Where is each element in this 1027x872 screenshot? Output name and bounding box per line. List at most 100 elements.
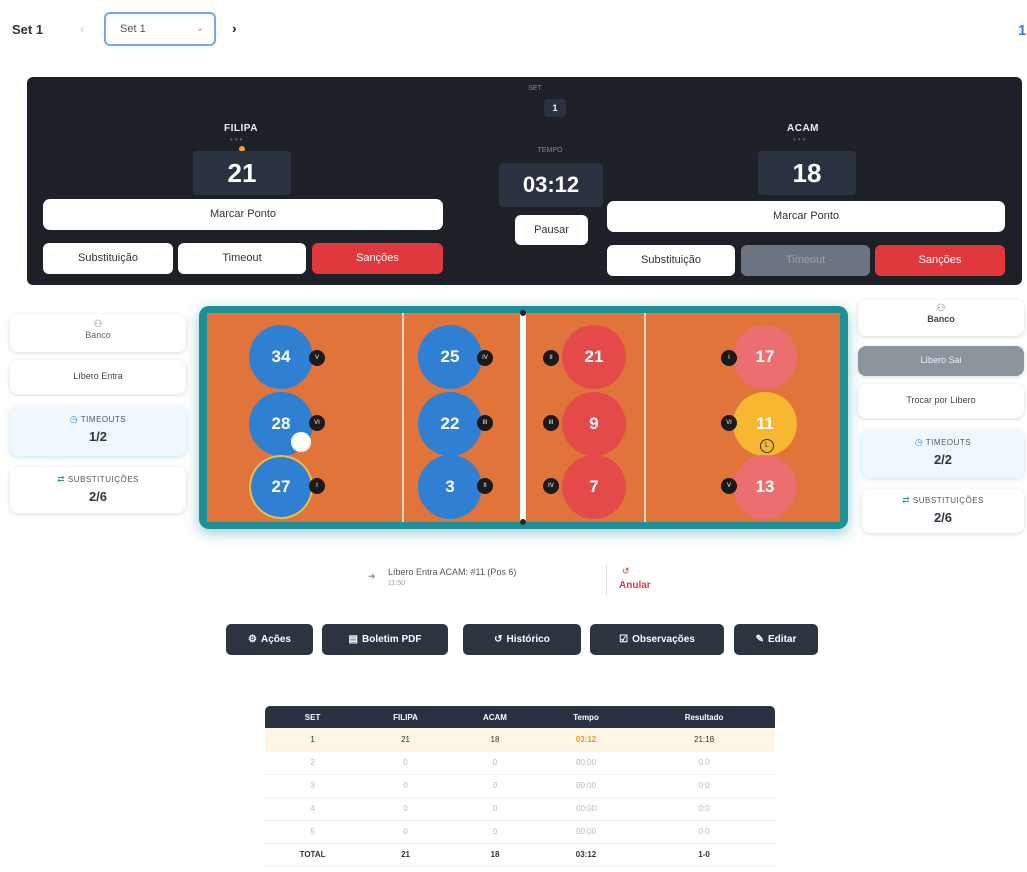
position-badge: I <box>721 350 737 366</box>
column-header: FILIPA <box>360 706 451 728</box>
away-substitution-button[interactable]: Substituição <box>607 245 735 276</box>
home-substitutions-card: ⇄ SUBSTITUIÇÕES 2/6 <box>10 467 186 513</box>
set-number-badge: 1 <box>544 99 566 117</box>
player-number: 21 <box>584 347 604 366</box>
home-player[interactable]: 22 <box>418 392 482 456</box>
home-player[interactable]: 25 <box>418 325 482 389</box>
history-label: Histórico <box>506 634 550 645</box>
table-cell: 00:00 <box>538 751 634 775</box>
home-timeout-button[interactable]: Timeout <box>178 243 306 274</box>
table-cell: 3 <box>265 774 361 798</box>
actions-button[interactable]: ⚙ Ações <box>226 624 313 655</box>
table-cell: 0 <box>360 820 451 844</box>
table-cell: 0:0 <box>633 820 775 844</box>
table-cell: 0:0 <box>633 797 775 821</box>
away-substitutions-card: ⇄ SUBSTITUIÇÕES 2/6 <box>862 489 1024 533</box>
player-number: 28 <box>271 414 291 433</box>
last-action-time: 11:50 <box>388 580 405 587</box>
swap-libero-label: Trocar por Líbero <box>906 395 976 405</box>
home-timeouts-value: 1/2 <box>88 429 108 444</box>
last-action-bar: ➜ Líbero Entra ACAM: #11 (Pos 6) 11:50 ↺… <box>360 563 670 599</box>
pdf-report-label: Boletim PDF <box>362 634 422 645</box>
edit-button[interactable]: ✎ Editar <box>734 624 818 655</box>
home-sanctions-button[interactable]: Sanções <box>312 243 443 274</box>
away-player[interactable]: 9 <box>562 392 626 456</box>
table-row: 3 0 0 00:00 0:0 <box>265 774 775 798</box>
pause-button[interactable]: Pausar <box>515 215 588 245</box>
undo-icon[interactable]: ↺ <box>622 566 630 577</box>
table-cell: 0 <box>450 820 539 844</box>
set-navigation: Set 1 ‹ Set 1 ⌄ › 1 <box>0 0 1027 60</box>
libero-out-label: Líbero Sai <box>920 355 962 365</box>
chevron-right-icon[interactable]: › <box>232 20 237 36</box>
table-cell: 0 <box>360 751 451 775</box>
match-timer: 03:12 <box>499 163 603 207</box>
away-sanctions-button[interactable]: Sanções <box>875 245 1005 276</box>
history-button[interactable]: ↺ Histórico <box>463 624 581 655</box>
away-bench-button[interactable]: ⚇ Banco <box>858 300 1024 336</box>
position-badge: V <box>309 350 325 366</box>
home-libero-enter-button[interactable]: Líbero Entra <box>10 360 186 394</box>
pdf-report-button[interactable]: ▤ Boletim PDF <box>322 624 448 655</box>
home-player[interactable]: 34 <box>249 325 313 389</box>
home-score: 21 <box>193 151 291 195</box>
corner-number[interactable]: 1 <box>1018 22 1026 39</box>
table-cell: 00:00 <box>538 797 634 821</box>
actions-label: Ações <box>260 634 291 645</box>
away-bench-label: Banco <box>927 314 955 324</box>
last-action-text: Líbero Entra ACAM: #11 (Pos 6) <box>388 567 517 577</box>
player-number: 7 <box>589 477 599 496</box>
table-cell: 03:12 <box>538 728 634 752</box>
table-cell: 0 <box>450 774 539 798</box>
bench-icon: ⚇ <box>93 319 103 330</box>
away-player[interactable]: 17 <box>733 325 797 389</box>
bench-icon: ⚇ <box>936 303 946 314</box>
away-timeout-button[interactable]: Timeout <box>741 245 870 276</box>
home-mark-point-button[interactable]: Marcar Ponto <box>43 199 443 230</box>
player-number: 25 <box>440 347 460 366</box>
table-cell: 18 <box>450 842 539 867</box>
column-header: Tempo <box>538 706 634 728</box>
position-badge: VI <box>309 415 325 431</box>
player-number: 27 <box>271 477 291 496</box>
home-player[interactable]: 27 <box>249 455 313 519</box>
away-player[interactable]: 13 <box>733 455 797 519</box>
player-number: 3 <box>445 477 455 496</box>
away-mark-point-button[interactable]: Marcar Ponto <box>607 201 1005 232</box>
serve-ball-icon <box>291 432 311 452</box>
notes-icon: ☑ <box>619 634 629 645</box>
undo-button[interactable]: Anular <box>619 580 651 591</box>
away-team-dots: ••• <box>793 135 808 144</box>
volleyball-court: 34 V 28 VI 27 I 25 IV 22 III 3 II 21 II … <box>207 310 840 525</box>
set-select[interactable]: Set 1 ⌄ <box>104 12 216 46</box>
home-substitution-button[interactable]: Substituição <box>43 243 173 274</box>
table-cell: 0 <box>360 774 451 798</box>
home-team-dots: ••• <box>230 135 245 144</box>
position-badge: VI <box>721 415 737 431</box>
home-player[interactable]: 3 <box>418 455 482 519</box>
clock-icon: ◷ <box>69 414 79 424</box>
away-player[interactable]: 21 <box>562 325 626 389</box>
player-number: 9 <box>589 414 599 433</box>
set-caption: SET <box>528 85 542 92</box>
table-cell: 0 <box>360 797 451 821</box>
table-cell: 18 <box>450 728 539 752</box>
libero-out-button[interactable]: Líbero Sai <box>858 346 1024 376</box>
table-cell: TOTAL <box>265 842 361 867</box>
away-timeouts-card: ◷ TIMEOUTS 2/2 <box>862 430 1024 478</box>
home-substitutions-value: 2/6 <box>88 489 108 504</box>
table-cell: 21 <box>360 842 451 867</box>
libero-marker-icon: L <box>760 439 774 453</box>
swap-libero-button[interactable]: Trocar por Líbero <box>858 384 1024 418</box>
timeouts-title: TIMEOUTS <box>80 415 127 424</box>
home-team-name: FILIPA <box>224 123 258 134</box>
away-player[interactable]: 7 <box>562 455 626 519</box>
table-row: 5 0 0 00:00 0:0 <box>265 820 775 844</box>
position-badge: I <box>309 478 325 494</box>
net <box>520 310 526 525</box>
chevron-left-icon[interactable]: ‹ <box>80 20 85 36</box>
observations-button[interactable]: ☑ Observações <box>590 624 724 655</box>
home-bench-button[interactable]: ⚇ Banco <box>10 314 186 352</box>
position-badge: III <box>477 415 493 431</box>
table-row: 1 21 18 03:12 21:18 <box>265 728 775 752</box>
